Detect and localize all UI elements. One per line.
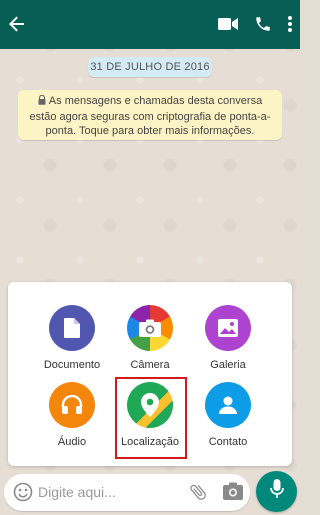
attach-document-button[interactable]: Documento — [32, 305, 112, 372]
voice-call-icon[interactable] — [254, 12, 272, 36]
app-bar — [0, 0, 300, 49]
attach-document-label: Documento — [43, 359, 101, 371]
gallery-icon — [205, 305, 251, 351]
message-composer: Digite aqui... — [4, 474, 250, 511]
composer-camera-icon[interactable] — [223, 482, 243, 505]
encryption-notice-text: As mensagens e chamadas desta conversa e… — [29, 95, 271, 137]
contact-icon — [205, 382, 251, 428]
attach-audio-button[interactable]: Áudio — [32, 382, 112, 449]
emoji-icon[interactable] — [13, 482, 33, 507]
lock-icon — [38, 94, 46, 110]
attach-audio-label: Áudio — [57, 436, 87, 448]
message-input[interactable]: Digite aqui... — [38, 482, 178, 502]
attach-gallery-button[interactable]: Galeria — [188, 305, 268, 372]
attach-contact-label: Contato — [208, 436, 248, 448]
mic-button[interactable] — [256, 471, 297, 512]
video-call-icon[interactable] — [218, 12, 238, 36]
encryption-notice[interactable]: As mensagens e chamadas desta conversa e… — [18, 90, 282, 140]
attach-contact-button[interactable]: Contato — [188, 382, 268, 449]
back-arrow-icon[interactable] — [6, 13, 28, 35]
mic-icon — [269, 479, 284, 504]
attach-camera-button[interactable]: Câmera — [110, 305, 190, 372]
attach-clip-icon[interactable] — [188, 482, 208, 507]
location-highlight-box — [115, 377, 187, 459]
headphones-icon — [49, 382, 95, 428]
attach-gallery-label: Galeria — [210, 359, 246, 371]
document-icon — [49, 305, 95, 351]
more-options-icon[interactable] — [288, 12, 292, 36]
date-separator: 31 DE JULHO DE 2016 — [88, 57, 212, 77]
attach-camera-label: Câmera — [130, 359, 170, 371]
camera-icon — [127, 305, 173, 351]
